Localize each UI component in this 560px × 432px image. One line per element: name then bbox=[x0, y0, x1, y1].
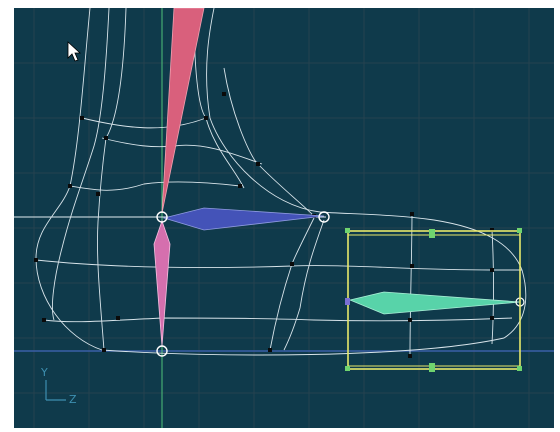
mesh-loop-4 bbox=[223, 67, 315, 217]
mesh-loop-8 bbox=[491, 229, 494, 345]
mesh-row-3 bbox=[69, 181, 241, 191]
mesh-vertex[interactable] bbox=[102, 348, 106, 352]
arrow-cursor-icon bbox=[67, 41, 82, 62]
mesh-loop-2 bbox=[97, 8, 127, 351]
mesh-vertex[interactable] bbox=[68, 184, 72, 188]
foot-bone[interactable] bbox=[162, 207, 325, 231]
mesh-vertex[interactable] bbox=[268, 348, 272, 352]
selection-corner-tr[interactable] bbox=[517, 228, 522, 233]
mesh-vertex[interactable] bbox=[408, 318, 412, 322]
mesh-loop-6 bbox=[283, 219, 325, 351]
mesh-vertex[interactable] bbox=[42, 318, 46, 322]
mesh-vertex[interactable] bbox=[80, 116, 84, 120]
viewport-3d[interactable]: Y Z bbox=[14, 8, 554, 428]
mesh-loop-3 bbox=[193, 8, 245, 189]
mesh-vertex[interactable] bbox=[256, 162, 260, 166]
mesh-vertex[interactable] bbox=[410, 264, 414, 268]
toe-bone[interactable] bbox=[348, 291, 521, 315]
selection-corner-bl[interactable] bbox=[345, 366, 350, 371]
selection-handle-left[interactable] bbox=[345, 298, 350, 305]
selection-handle-top[interactable] bbox=[429, 229, 435, 238]
mesh-vertex[interactable] bbox=[410, 212, 414, 216]
mesh-vertex[interactable] bbox=[290, 262, 294, 266]
mesh-vertex[interactable] bbox=[204, 116, 208, 120]
axis-y-label: Y bbox=[40, 366, 48, 379]
selection-corner-tl[interactable] bbox=[345, 228, 350, 233]
mesh-vertex[interactable] bbox=[238, 184, 242, 188]
mesh-vertex[interactable] bbox=[222, 92, 226, 96]
mesh-vertices bbox=[34, 92, 494, 358]
mesh-vertex[interactable] bbox=[408, 354, 412, 358]
axis-z-label: Z bbox=[69, 393, 77, 406]
mesh-vertex[interactable] bbox=[104, 136, 108, 140]
mesh-loop-5 bbox=[269, 217, 315, 351]
mesh-loop-1 bbox=[52, 8, 110, 321]
selection-corner-br[interactable] bbox=[517, 366, 522, 371]
mesh-vertex[interactable] bbox=[490, 268, 494, 272]
mesh-vertex[interactable] bbox=[34, 258, 38, 262]
mesh-vertex[interactable] bbox=[116, 316, 120, 320]
mesh-row-5 bbox=[43, 317, 513, 323]
mesh-vertex[interactable] bbox=[490, 316, 494, 320]
mesh-row-2 bbox=[101, 137, 263, 165]
mesh-row-4 bbox=[35, 259, 522, 271]
selection-handle-bottom[interactable] bbox=[429, 363, 435, 372]
axis-gizmo: Y Z bbox=[40, 366, 77, 406]
viewport-canvas[interactable]: Y Z bbox=[14, 8, 554, 428]
mesh-vertex[interactable] bbox=[96, 192, 100, 196]
